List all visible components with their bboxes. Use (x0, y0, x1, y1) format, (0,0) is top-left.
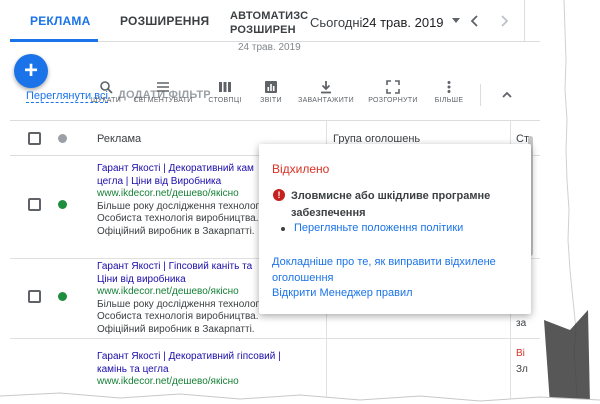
more-icon (447, 81, 451, 93)
download-tool[interactable]: ЗАВАНТАЖИТИ (296, 80, 356, 104)
row-checkbox[interactable] (28, 290, 41, 303)
status-dot (58, 292, 67, 301)
status-cell: за (516, 318, 527, 329)
rules-manager-link[interactable]: Відкрити Менеджер правил (272, 287, 413, 299)
header-ad[interactable]: Реклама (97, 133, 141, 145)
search-icon (100, 81, 113, 94)
create-button[interactable]: + (14, 54, 48, 88)
page: РЕКЛАМА РОЗШИРЕННЯ АВТОМАТИЗС РОЗШИРЕН С… (0, 0, 600, 404)
expand-tool[interactable]: РОЗГОРНУТИ (363, 80, 423, 104)
status-dot (58, 200, 67, 209)
chevron-up-icon[interactable] (500, 88, 514, 102)
dropdown-arrow-icon[interactable] (449, 13, 463, 27)
tab-bar-divider (524, 0, 525, 42)
chevron-left-icon[interactable] (468, 13, 482, 29)
policy-link[interactable]: Перегляньте положення політики (294, 222, 463, 234)
date-range-value[interactable]: 24 трав. 2019 (362, 15, 444, 30)
date-range-label: Сьогодні (310, 15, 363, 30)
status-header-dot (58, 134, 67, 143)
bullet-dot (281, 227, 285, 231)
reports-tool[interactable]: ЗВІТИ (241, 80, 301, 104)
expand-icon (386, 80, 400, 94)
tab-automated-extensions[interactable]: АВТОМАТИЗС РОЗШИРЕН (230, 0, 308, 42)
tab-bar: РЕКЛАМА РОЗШИРЕННЯ АВТОМАТИЗС РОЗШИРЕН С… (10, 0, 540, 42)
download-icon (321, 81, 331, 94)
search-tool[interactable]: ШУКАТИ (76, 80, 136, 104)
sub-date: 24 трав. 2019 (238, 42, 301, 53)
torn-edge-right (544, 0, 600, 404)
segment-tool[interactable]: СЕГМЕНТУВАТИ (133, 80, 193, 104)
tab-extensions[interactable]: РОЗШИРЕННЯ (120, 0, 209, 42)
status-cell-disapproved: Ві (516, 348, 525, 359)
torn-edge-bottom (0, 392, 600, 404)
row-checkbox[interactable] (28, 198, 41, 211)
fix-disapproved-link[interactable]: Докладніше про те, як виправити відхилен… (272, 254, 522, 286)
segment-icon (157, 82, 169, 92)
active-tab-indicator (10, 39, 98, 42)
more-tool[interactable]: БІЛЬШЕ (419, 80, 479, 104)
tab-ads[interactable]: РЕКЛАМА (30, 0, 90, 42)
error-reason: Зловмисне або шкідливе програмне забезпе… (291, 190, 491, 219)
reports-icon (265, 81, 277, 93)
disapproval-popup: Відхилено ! Зловмисне або шкідливе прогр… (259, 144, 531, 314)
columns-icon (219, 82, 231, 92)
toolbar-divider (480, 84, 481, 106)
chevron-right-icon[interactable] (497, 13, 511, 29)
plus-icon: + (23, 57, 38, 84)
select-all-checkbox[interactable] (28, 132, 41, 145)
popup-title: Відхилено (272, 162, 330, 176)
error-icon: ! (273, 189, 285, 201)
